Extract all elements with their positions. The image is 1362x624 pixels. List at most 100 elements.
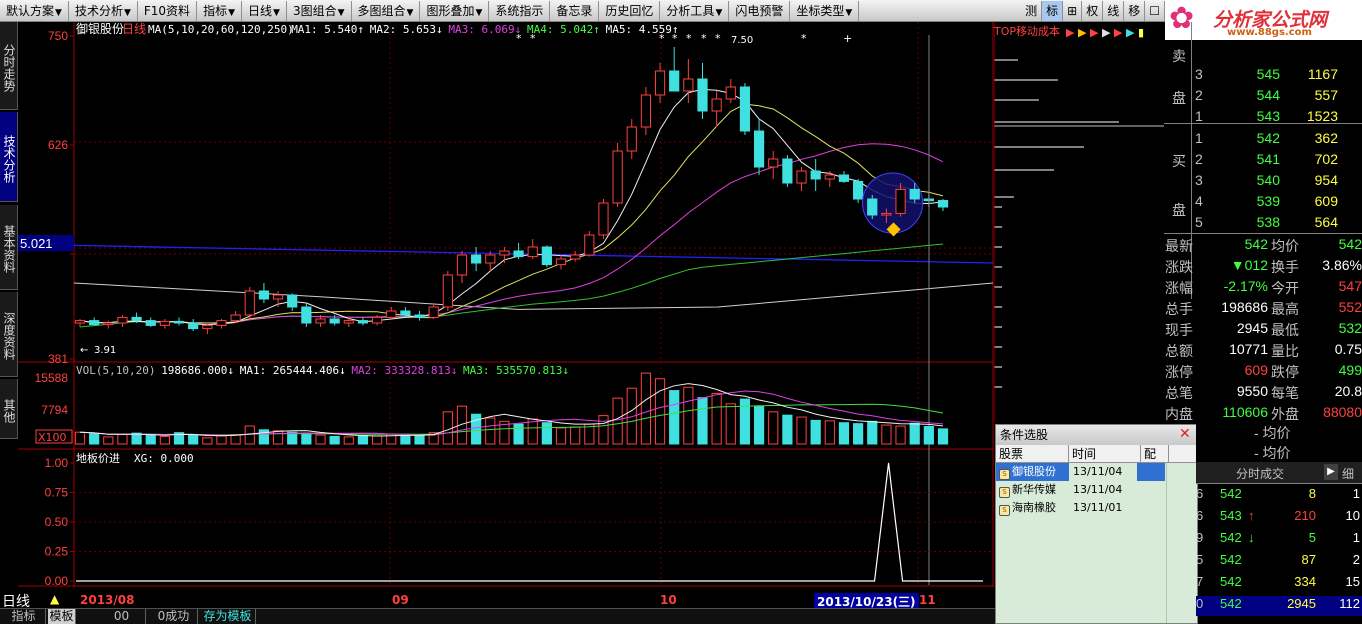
candle	[598, 202, 609, 236]
toolbar-item-13[interactable]: 坐标类型▼	[790, 0, 860, 21]
stock-time: 13/11/01	[1073, 501, 1123, 514]
popup-titlebar[interactable]: 条件选股 ✕	[996, 425, 1197, 445]
candle	[456, 254, 468, 276]
stock-name: 海南橡胶	[1012, 501, 1056, 514]
volume-bar	[513, 423, 524, 445]
cost-tool-icon[interactable]: ▶	[1102, 26, 1111, 39]
toolbar-item-3[interactable]: 指标▼	[197, 0, 242, 21]
volume-bar	[612, 397, 623, 445]
chart-tool-2[interactable]: ⊞	[1063, 0, 1083, 21]
buy-level: 4	[1195, 193, 1203, 209]
left-tab-2[interactable]: 基本资料	[0, 205, 18, 290]
toolbar-item-7[interactable]: 图形叠加▼	[420, 0, 490, 21]
toolbar-item-4[interactable]: 日线▼	[242, 0, 287, 21]
bottom-tab-2[interactable]: 00	[98, 609, 146, 624]
volume-bar	[541, 422, 552, 445]
candle	[555, 258, 567, 266]
tick-count: 1	[1352, 486, 1360, 501]
tick-time: 7	[1196, 574, 1204, 589]
left-tab-3[interactable]: 深度资料	[0, 292, 18, 377]
stock-match	[1137, 481, 1165, 499]
toolbar-item-6[interactable]: 多图组合▼	[352, 0, 421, 21]
col-match[interactable]: 配	[1141, 445, 1169, 462]
toolbar-item-2[interactable]: F10资料	[138, 0, 198, 21]
volume-bar	[711, 392, 722, 445]
volume-bar	[669, 390, 680, 445]
stock-name-cell: S 海南橡胶	[996, 499, 1069, 517]
left-tab-0[interactable]: 分时走势	[0, 22, 18, 110]
candle	[697, 78, 708, 112]
stat-label: 总手	[1165, 301, 1193, 317]
stat-value-2: 20.8	[1334, 383, 1362, 399]
toolbar-item-label: 分析工具	[666, 3, 715, 18]
sell-level: 3	[1195, 66, 1203, 82]
chart-tool-1[interactable]: 标	[1042, 0, 1064, 21]
sell-volume: 557	[1314, 87, 1338, 103]
stat-value-2: 3.86%	[1322, 257, 1362, 273]
toolbar-item-5[interactable]: 3图组合▼	[287, 0, 352, 21]
volume-bar	[782, 414, 793, 445]
volume-bar	[272, 430, 284, 445]
col-stock[interactable]: 股票	[996, 445, 1069, 462]
volume-bar	[329, 435, 340, 445]
ticks-detail-tab[interactable]: 细	[1342, 465, 1354, 482]
stat-label-2: 最低	[1271, 322, 1299, 338]
volume-bar	[895, 425, 906, 445]
tick-volume: 8	[1308, 486, 1316, 501]
tick-direction-icon: ↑	[1248, 508, 1255, 523]
chart-tool-3[interactable]: 权	[1082, 0, 1104, 21]
tick-list: 6 542 8 1 6 543 ↑ 210 10 9 542 ↓ 5 1 5 542 87 2 7 542 334 15 0…	[1196, 485, 1362, 624]
left-tab-4[interactable]: 其他	[0, 379, 18, 439]
toolbar-item-11[interactable]: 分析工具▼	[660, 0, 730, 21]
volume-bar	[640, 372, 651, 445]
stat-value-2: 547	[1338, 278, 1362, 294]
toolbar-item-8[interactable]: 系统指示	[489, 0, 551, 21]
main-chart[interactable]: 7506263815.021* * * * * * * * +7.50← 3.91御银股份日线 MA…	[18, 22, 994, 587]
bottom-tab-3[interactable]: 0成功	[150, 609, 198, 624]
col-time[interactable]: 时间	[1069, 445, 1141, 462]
vol-ma1-value: MA1: 265444.406↓	[240, 364, 346, 377]
cost-tool-icon[interactable]: ▶	[1078, 26, 1087, 39]
cost-tool-icon[interactable]: ▶	[1126, 26, 1135, 39]
stat-label: 涨跌	[1165, 259, 1193, 275]
chart-tool-6[interactable]: ☐	[1145, 0, 1165, 21]
stat-label: 总笔	[1165, 385, 1193, 401]
candle	[117, 316, 128, 324]
toolbar-item-10[interactable]: 历史回忆	[599, 0, 661, 21]
stat-value-2: 542	[1338, 236, 1362, 252]
toolbar-item-9[interactable]: 备忘录	[550, 0, 600, 21]
chart-tool-5[interactable]: 移	[1124, 0, 1146, 21]
chart-tool-0[interactable]: 测	[1021, 0, 1043, 21]
toolbar-item-12[interactable]: 闪电预警	[729, 0, 791, 21]
dropdown-arrow-icon: ▼	[337, 7, 345, 18]
candle	[131, 316, 142, 322]
period-triangle-icon[interactable]: ▲	[50, 592, 59, 606]
date-label: 11	[919, 593, 936, 607]
bottom-tab-1[interactable]: 模板	[48, 609, 76, 624]
bottom-tab-4[interactable]: 存为模板	[200, 609, 256, 624]
dropdown-arrow-icon: ▼	[123, 7, 131, 18]
volume-bar	[937, 428, 949, 445]
cost-tool-icon[interactable]: ▶	[1114, 26, 1123, 39]
left-tab-1[interactable]: 技术分析	[0, 112, 18, 202]
toolbar-item-label: 系统指示	[495, 3, 544, 18]
close-icon[interactable]: ✕	[1179, 427, 1193, 441]
stat-value-2: 88080	[1323, 404, 1362, 420]
toolbar-item-1[interactable]: 技术分析▼	[69, 0, 138, 21]
candle	[796, 170, 807, 184]
tick-volume: 87	[1301, 552, 1316, 567]
candle	[258, 290, 270, 300]
star-marker-icon: *	[715, 32, 721, 45]
chart-tool-4[interactable]: 线	[1103, 0, 1125, 21]
ticks-arrow-icon[interactable]: ▶	[1324, 464, 1338, 480]
candle	[329, 318, 340, 324]
stat-label-2: 最高	[1271, 301, 1299, 317]
volume-bar	[74, 431, 86, 445]
cost-tool-icon[interactable]: ▮	[1138, 26, 1144, 39]
bottom-tab-0[interactable]: 指标	[2, 609, 46, 624]
toolbar-item-0[interactable]: 默认方案▼	[0, 0, 69, 21]
tick-count: 1	[1352, 530, 1360, 545]
star-marker-icon: *	[801, 32, 807, 45]
cost-tool-icon[interactable]: ▶	[1066, 26, 1075, 39]
cost-tool-icon[interactable]: ▶	[1090, 26, 1099, 39]
